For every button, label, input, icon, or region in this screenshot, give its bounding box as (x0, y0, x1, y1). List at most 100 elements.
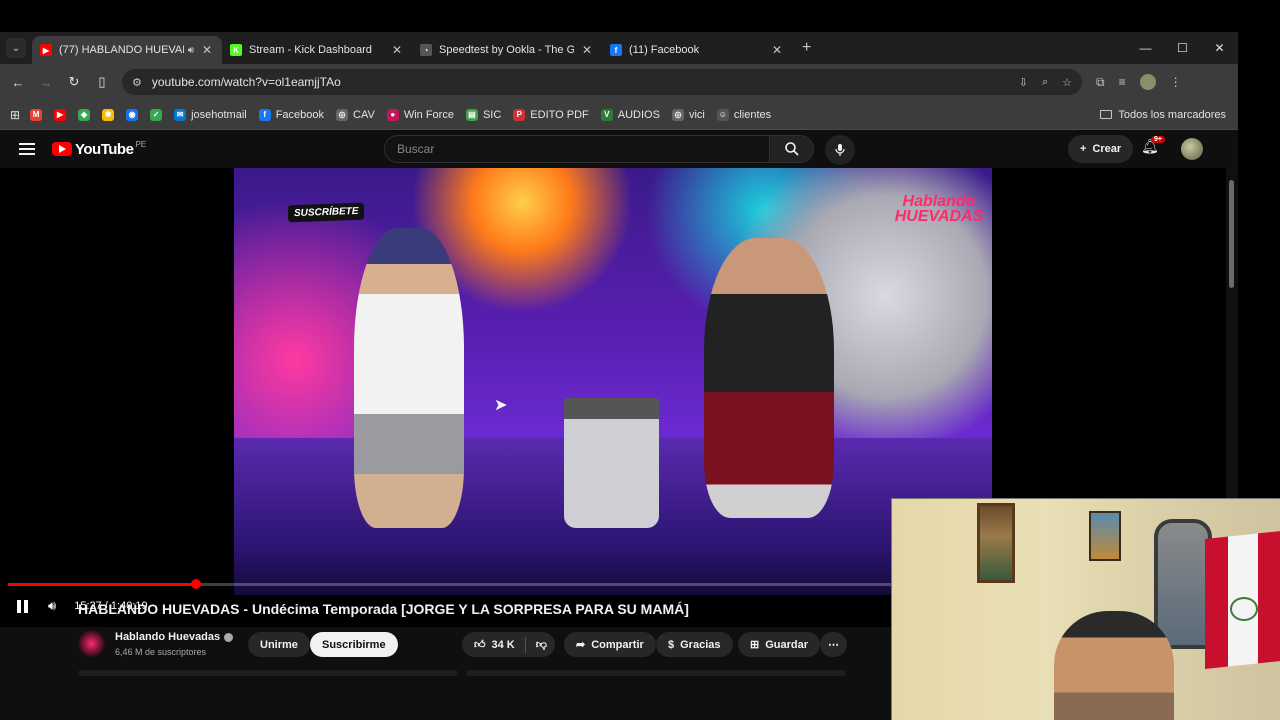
bookmark-star-icon[interactable]: ☆ (1062, 76, 1072, 89)
save-button[interactable]: ⊞ Guardar (738, 632, 821, 657)
thanks-label: Gracias (680, 638, 721, 651)
channel-avatar[interactable] (78, 630, 105, 657)
close-window-icon[interactable]: ✕ (1201, 41, 1238, 55)
like-dislike-group: 👍︎ 34 K 👎︎ (462, 632, 555, 657)
split-view-icon[interactable]: ▯ (88, 74, 116, 90)
bookmark-favicon-icon: ◆ (78, 108, 91, 121)
more-actions-button[interactable]: ⋯ (820, 632, 847, 657)
address-bar[interactable]: ⚙ youtube.com/watch?v=ol1eamjjTAo ⇩ ⌕ ☆ (122, 69, 1082, 95)
site-info-icon[interactable]: ⚙ (132, 76, 142, 89)
bookmark-favicon-icon: M (30, 108, 43, 121)
like-count[interactable]: 34 K (492, 639, 515, 651)
subscribe-button[interactable]: Suscribirme (310, 632, 398, 657)
bookmark-item[interactable]: M (30, 108, 43, 121)
save-icon: ⊞ (750, 639, 760, 651)
thanks-button[interactable]: $ Gracias (656, 632, 733, 657)
account-avatar[interactable] (1181, 138, 1203, 160)
bookmark-item[interactable]: ▶ (54, 108, 67, 121)
search-input[interactable]: Buscar (384, 135, 770, 163)
tab-search-icon[interactable]: ⌄ (6, 38, 26, 58)
bookmark-favicon-icon: ✉ (174, 108, 187, 121)
apps-grid-icon[interactable]: ⊞ (10, 108, 20, 122)
bookmark-item[interactable]: P EDITO PDF (513, 108, 589, 121)
bookmark-favicon-icon: ◎ (336, 108, 349, 121)
create-label: Crear (1092, 143, 1122, 155)
all-bookmarks-folder[interactable]: Todos los marcadores (1100, 109, 1226, 121)
bookmark-item[interactable]: V AUDIOS (600, 108, 660, 121)
tab-1[interactable]: ▶ (77) HABLANDO HUEVADAS 🔊︎ ✕ (32, 36, 222, 64)
progress-scrubber[interactable] (190, 579, 201, 589)
bookmark-item[interactable]: ◆ (78, 108, 91, 121)
youtube-logo[interactable]: YouTube PE (52, 140, 146, 158)
tab-favicon-icon: f (610, 44, 622, 56)
tab-title: Speedtest by Ookla - The Global (439, 44, 574, 56)
comments-preview[interactable] (466, 670, 846, 676)
mouse-cursor-icon: ➤ (494, 397, 508, 414)
tab-favicon-icon: K (230, 44, 242, 56)
tab-close-icon[interactable]: ✕ (770, 43, 784, 57)
tab-close-icon[interactable]: ✕ (200, 43, 214, 57)
voice-search-button[interactable] (825, 135, 855, 165)
tab-close-icon[interactable]: ✕ (580, 43, 594, 57)
new-tab-icon[interactable]: + (802, 39, 811, 57)
channel-name: Hablando Huevadas (115, 631, 221, 643)
browser-menu-icon[interactable]: ⋮ (1170, 75, 1182, 89)
tabs-container: ▶ (77) HABLANDO HUEVADAS 🔊︎ ✕ K Stream - Kick… (32, 32, 792, 64)
search-button[interactable] (770, 135, 814, 163)
share-button[interactable]: ➦ Compartir (564, 632, 656, 657)
zoom-icon[interactable]: ⌕ (1042, 76, 1048, 89)
back-icon[interactable]: ← (4, 75, 32, 90)
bookmark-item[interactable]: ◉ (126, 108, 139, 121)
install-app-icon[interactable]: ⇩ (1019, 76, 1028, 89)
bookmark-item[interactable]: ▤ SIC (465, 108, 501, 121)
bookmark-item[interactable]: ✓ (150, 108, 163, 121)
channel-name-row[interactable]: Hablando Huevadas (115, 631, 234, 643)
youtube-play-logo-icon (52, 142, 72, 156)
bookmark-label: Win Force (403, 108, 454, 121)
pause-icon[interactable] (17, 599, 28, 613)
tab-strip: ⌄ ▶ (77) HABLANDO HUEVADAS 🔊︎ ✕ K Stream - Ki… (0, 32, 1238, 64)
hamburger-menu-icon[interactable] (19, 143, 35, 155)
create-button[interactable]: + Crear (1068, 135, 1134, 163)
bookmark-favicon-icon: ◎ (671, 108, 684, 121)
volume-icon[interactable]: 🔊︎ (48, 598, 56, 614)
thumbs-down-icon[interactable]: 👎︎ (536, 638, 547, 651)
tab-2[interactable]: K Stream - Kick Dashboard ✕ (222, 36, 412, 64)
bookmark-favicon-icon: ✓ (150, 108, 163, 121)
maximize-icon[interactable]: ☐ (1164, 41, 1201, 55)
minimize-icon[interactable]: — (1127, 41, 1164, 55)
thumbs-up-icon[interactable]: 👍︎ (474, 638, 486, 651)
wall-mirror (1154, 519, 1212, 649)
folder-icon (1100, 110, 1113, 119)
extensions-icon[interactable]: ⧉ (1096, 75, 1105, 90)
bookmark-label: josehotmail (191, 108, 247, 121)
bookmark-item[interactable]: ● Win Force (386, 108, 454, 121)
bookmark-item[interactable]: ✱ (102, 108, 115, 121)
tab-favicon-icon: ▶ (40, 44, 52, 56)
bookmark-item[interactable]: ◎ CAV (336, 108, 375, 121)
window-controls: — ☐ ✕ (1127, 32, 1238, 64)
description-preview[interactable] (78, 670, 458, 676)
forward-icon[interactable]: → (32, 75, 60, 90)
progress-played (8, 583, 196, 586)
tab-title: Stream - Kick Dashboard (249, 44, 372, 56)
join-button[interactable]: Unirme (248, 632, 310, 657)
bookmark-favicon-icon: f (258, 108, 271, 121)
bookmark-label: CAV (353, 108, 375, 121)
tab-4[interactable]: f (11) Facebook ✕ (602, 36, 792, 64)
all-bookmarks-label: Todos los marcadores (1118, 108, 1226, 121)
bookmark-item[interactable]: ✉ josehotmail (174, 108, 247, 121)
scrollbar-thumb[interactable] (1229, 180, 1234, 288)
bookmark-item[interactable]: ◎ vici (671, 108, 705, 121)
host-right (704, 238, 834, 518)
bookmark-item[interactable]: f Facebook (258, 108, 324, 121)
tab-close-icon[interactable]: ✕ (390, 43, 404, 57)
tab-audio-icon[interactable]: 🔊︎ (188, 45, 194, 56)
tab-3[interactable]: ◔ Speedtest by Ookla - The Global ✕ (412, 36, 602, 64)
media-controls-icon[interactable]: ≡ (1119, 75, 1126, 89)
bookmark-item[interactable]: ☺ clientes (716, 108, 771, 121)
profile-avatar[interactable] (1139, 74, 1156, 90)
reload-icon[interactable]: ↻ (60, 74, 88, 90)
wall-painting-small (1089, 511, 1121, 561)
more-icon: ⋯ (828, 639, 839, 651)
